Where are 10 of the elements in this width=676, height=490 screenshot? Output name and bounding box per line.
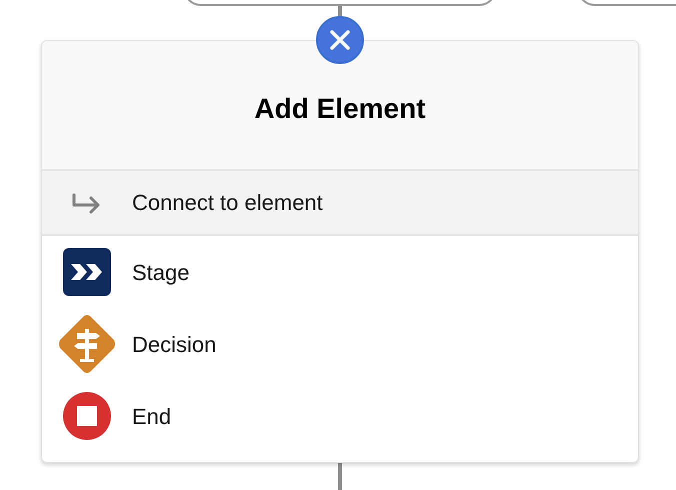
menu-item[interactable]: Connect to element — [42, 171, 638, 236]
signpost-icon — [56, 313, 118, 375]
menu-item[interactable]: Stage — [42, 236, 638, 308]
menu-item[interactable]: End — [42, 380, 638, 452]
close-button[interactable] — [316, 16, 364, 64]
chevrons-icon — [63, 248, 111, 296]
stop-icon — [63, 392, 111, 440]
close-icon — [330, 30, 350, 50]
panel-title: Add Element — [254, 92, 426, 126]
menu-item[interactable]: Decision — [42, 308, 638, 380]
